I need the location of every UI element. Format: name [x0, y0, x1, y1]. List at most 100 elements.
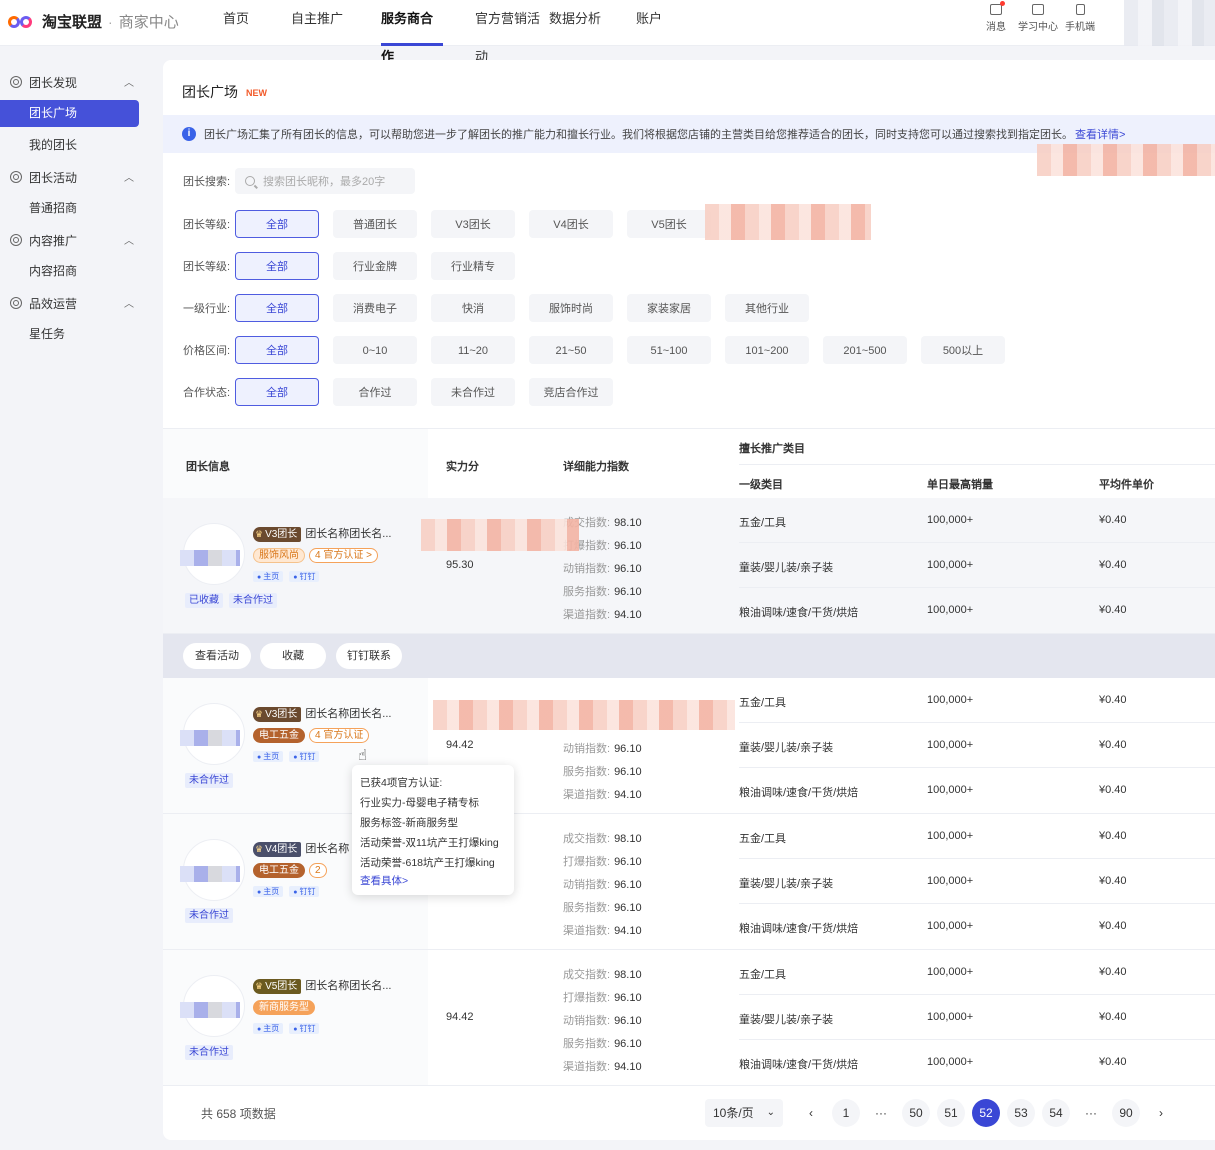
brand-separator: ·	[108, 13, 113, 30]
filter-chip[interactable]: 101~200	[725, 336, 809, 364]
page-button[interactable]: 50	[902, 1099, 930, 1127]
messages-button[interactable]: 消息	[975, 1, 1017, 33]
filter-chip[interactable]: 11~20	[431, 336, 515, 364]
favorite-button[interactable]: 收藏	[260, 643, 326, 669]
leader-name[interactable]: 团长名称团长名...	[305, 708, 391, 720]
dingtalk-link[interactable]: 钉钉	[289, 751, 320, 762]
filter-chip[interactable]: 家装家居	[627, 294, 711, 322]
sidebar-item-normal-recruit[interactable]: 普通招商	[0, 195, 139, 222]
nav-data-analysis[interactable]: 数据分析	[547, 0, 636, 46]
certification-tag[interactable]: 4 官方认证	[309, 728, 370, 743]
avatar[interactable]	[180, 703, 245, 765]
certification-tag[interactable]: 2	[309, 863, 327, 878]
sidebar-group-brand-ops[interactable]: 品效运营 ︿	[10, 292, 140, 314]
row-action-bar: 查看活动 收藏 钉钉联系	[163, 634, 1215, 678]
filter-chip[interactable]: 其他行业	[725, 294, 809, 322]
filter-chip[interactable]: 未合作过	[431, 378, 515, 406]
col-header-score: 实力分	[446, 461, 479, 473]
filter-chip[interactable]: 全部	[235, 336, 319, 364]
top-navigation-bar: 淘宝联盟 · 商家中心 首页 自主推广 服务商合作 官方营销活动 数据分析 账户…	[0, 0, 1215, 64]
leader-name[interactable]: 团长名称团长名...	[305, 980, 391, 992]
nav-service-cooperation[interactable]: 服务商合作	[381, 0, 443, 64]
filter-chip[interactable]: 全部	[235, 252, 319, 280]
tooltip-details-link[interactable]: 查看具体>	[360, 873, 506, 889]
notice-details-link[interactable]: 查看详情>	[1075, 126, 1125, 142]
avatar[interactable]	[180, 839, 245, 901]
sidebar-group-leader-activity[interactable]: 团长活动 ︿	[10, 166, 140, 188]
filter-chip[interactable]: V3团长	[431, 210, 515, 238]
mobile-button[interactable]: 手机端	[1059, 4, 1101, 33]
filter-chip[interactable]: 500以上	[921, 336, 1005, 364]
metric-sales: 动销指数: 96.10	[563, 563, 642, 575]
page-ellipsis[interactable]: ···	[1077, 1099, 1105, 1127]
certification-tag[interactable]: 4 官方认证 >	[309, 548, 378, 563]
category-row: 五金/工具 100,000+ ¥0.40	[739, 814, 1215, 859]
dingtalk-link[interactable]: 钉钉	[289, 1023, 320, 1034]
homepage-link[interactable]: 主页	[253, 571, 284, 582]
filter-chip[interactable]: 合作过	[333, 378, 417, 406]
filter-chip[interactable]: 快消	[431, 294, 515, 322]
filter-chip[interactable]: V4团长	[529, 210, 613, 238]
learning-center-button[interactable]: 学习中心	[1017, 4, 1059, 33]
category-row: 粮油调味/速食/干货/烘焙 100,000+ ¥0.40	[739, 604, 1127, 619]
view-activity-button[interactable]: 查看活动	[183, 643, 251, 669]
level-badge: V5团长	[253, 979, 302, 994]
filter-chip[interactable]: 0~10	[333, 336, 417, 364]
filter-row-industry: 一级行业: 全部 消费电子 快消 服饰时尚 家装家居 其他行业	[183, 294, 823, 322]
filter-chip[interactable]: 全部	[235, 294, 319, 322]
level-badge: V3团长	[253, 707, 302, 722]
filter-chip[interactable]: 普通团长	[333, 210, 417, 238]
filter-chip[interactable]: 全部	[235, 378, 319, 406]
page-button[interactable]: 90	[1112, 1099, 1140, 1127]
sidebar-group-leader-discovery[interactable]: 团长发现 ︿	[10, 71, 140, 93]
brand-logo[interactable]: 淘宝联盟 · 商家中心	[8, 11, 179, 32]
category-row: 童装/婴儿装/亲子装 100,000+ ¥0.40	[739, 723, 1215, 768]
redacted-region	[433, 700, 735, 730]
page-size-select[interactable]: 10条/页 ⌄	[705, 1099, 783, 1127]
nav-official-marketing[interactable]: 官方营销活动	[443, 0, 547, 64]
dingtalk-link[interactable]: 钉钉	[289, 571, 320, 582]
next-page-button[interactable]: ›	[1147, 1099, 1175, 1127]
status-badge: 未合作过	[185, 1045, 233, 1060]
search-input[interactable]: 搜索团长昵称，最多20字	[235, 168, 415, 194]
filter-chip[interactable]: 51~100	[627, 336, 711, 364]
page-button[interactable]: 54	[1042, 1099, 1070, 1127]
page-button[interactable]: 53	[1007, 1099, 1035, 1127]
filter-chip[interactable]: 201~500	[823, 336, 907, 364]
filter-chip[interactable]: 21~50	[529, 336, 613, 364]
avatar[interactable]	[180, 975, 245, 1037]
sidebar-item-star-task[interactable]: 星任务	[0, 321, 139, 348]
top-right-tools: 消息 学习中心 手机端	[975, 1, 1101, 33]
leader-name[interactable]: 团长名称团长名...	[305, 528, 391, 540]
avatar[interactable]	[180, 523, 245, 585]
sidebar-item-content-recruit[interactable]: 内容招商	[0, 258, 139, 285]
leader-name[interactable]: 团长名称	[305, 843, 349, 855]
book-icon	[1032, 4, 1044, 15]
homepage-link[interactable]: 主页	[253, 751, 284, 762]
col-header-sales: 单日最高销量	[927, 479, 993, 491]
sidebar-item-my-leader[interactable]: 我的团长	[0, 132, 139, 159]
homepage-link[interactable]: 主页	[253, 886, 284, 897]
category-row: 童装/婴儿装/亲子装 100,000+ ¥0.40	[739, 859, 1215, 904]
sidebar-item-leader-square[interactable]: 团长广场	[0, 100, 139, 127]
homepage-link[interactable]: 主页	[253, 1023, 284, 1034]
page-button-current[interactable]: 52	[972, 1099, 1000, 1127]
filter-chip[interactable]: 竞店合作过	[529, 378, 613, 406]
filter-chip[interactable]: 服饰时尚	[529, 294, 613, 322]
category-row: 五金/工具 100,000+ ¥0.40	[739, 678, 1215, 723]
page-button[interactable]: 51	[937, 1099, 965, 1127]
nav-home[interactable]: 首页	[205, 0, 291, 46]
nav-self-promotion[interactable]: 自主推广	[291, 0, 381, 46]
filter-chip[interactable]: 消费电子	[333, 294, 417, 322]
filter-chip[interactable]: 行业精专	[431, 252, 515, 280]
page-ellipsis[interactable]: ···	[867, 1099, 895, 1127]
dingtalk-link[interactable]: 钉钉	[289, 886, 320, 897]
filter-chip[interactable]: 行业金牌	[333, 252, 417, 280]
filter-chip[interactable]: 全部	[235, 210, 319, 238]
sidebar-group-content-promotion[interactable]: 内容推广 ︿	[10, 229, 140, 251]
nav-account[interactable]: 账户	[636, 0, 676, 46]
filter-chip[interactable]: V5团长	[627, 210, 711, 238]
prev-page-button[interactable]: ‹	[797, 1099, 825, 1127]
page-button[interactable]: 1	[832, 1099, 860, 1127]
dingtalk-contact-button[interactable]: 钉钉联系	[336, 643, 402, 669]
